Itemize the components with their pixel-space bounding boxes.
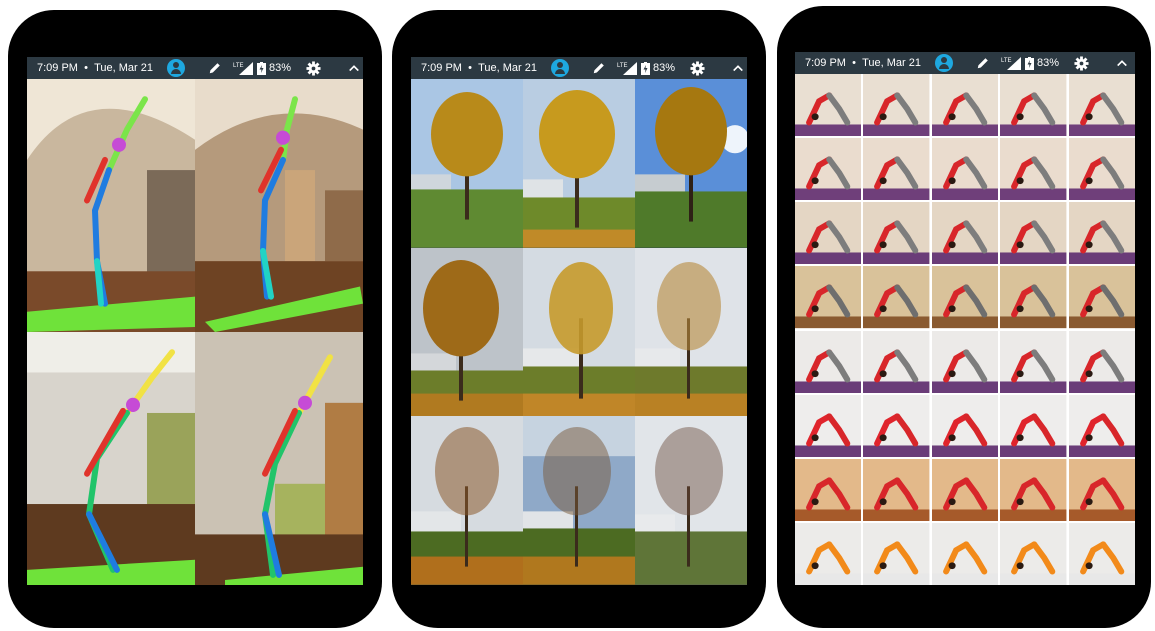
yoga-thumbnail[interactable] xyxy=(863,138,930,201)
yoga-thumbnail[interactable] xyxy=(863,330,930,393)
phone-screen: 7:09 PM • Tue, Mar 21 LTE 83% xyxy=(411,57,747,585)
yoga-thumbnail[interactable] xyxy=(1000,394,1067,457)
tree-photo-1[interactable] xyxy=(411,79,523,248)
yoga-thumbnail[interactable] xyxy=(1068,202,1135,265)
tree-photo-3[interactable] xyxy=(635,79,747,248)
phone-screen: 7:09 PM • Tue, Mar 21 LTE 83% xyxy=(27,57,363,585)
status-bar: 7:09 PM • Tue, Mar 21 LTE 83% xyxy=(411,57,747,79)
yoga-thumbnail[interactable] xyxy=(1000,202,1067,265)
status-separator: • xyxy=(468,62,472,74)
lte-signal-icon: LTE xyxy=(1001,56,1021,70)
pencil-icon[interactable] xyxy=(591,60,607,76)
status-date: Tue, Mar 21 xyxy=(478,62,537,74)
yoga-thumbnail[interactable] xyxy=(1068,74,1135,137)
yoga-thumbnail[interactable] xyxy=(795,522,862,585)
photo-grid xyxy=(411,79,747,585)
yoga-thumbnail[interactable] xyxy=(1000,330,1067,393)
yoga-thumbnail[interactable] xyxy=(795,74,862,137)
status-time: 7:09 PM xyxy=(37,62,78,74)
photo-grid xyxy=(27,79,363,585)
yoga-thumbnail[interactable] xyxy=(863,458,930,521)
battery-icon xyxy=(1024,56,1034,70)
tree-photo-5[interactable] xyxy=(523,247,635,417)
chevron-up-icon[interactable] xyxy=(347,61,361,75)
status-bar: 7:09 PM • Tue, Mar 21 LTE 83% xyxy=(27,57,363,79)
pose-photo-4[interactable] xyxy=(195,332,363,585)
yoga-thumbnail[interactable] xyxy=(1068,138,1135,201)
yoga-thumbnail[interactable] xyxy=(863,266,930,329)
phone-yoga-gallery: 7:09 PM • Tue, Mar 21 LTE 83% xyxy=(777,6,1151,628)
pose-photo-1[interactable] xyxy=(27,79,195,332)
svg-text:LTE: LTE xyxy=(1001,58,1012,64)
photo-grid xyxy=(795,74,1135,585)
status-bar: 7:09 PM • Tue, Mar 21 LTE 83% xyxy=(795,52,1135,74)
yoga-thumbnail[interactable] xyxy=(1068,394,1135,457)
status-date: Tue, Mar 21 xyxy=(94,62,153,74)
yoga-thumbnail[interactable] xyxy=(931,458,999,521)
yoga-thumbnail[interactable] xyxy=(1068,522,1135,585)
status-time: 7:09 PM xyxy=(421,62,462,74)
status-separator: • xyxy=(84,62,88,74)
tree-photo-7[interactable] xyxy=(411,416,523,585)
battery-percent: 83% xyxy=(1036,57,1060,69)
tree-photo-4[interactable] xyxy=(411,247,523,417)
tree-photo-8[interactable] xyxy=(523,416,635,585)
battery-percent: 83% xyxy=(652,62,676,74)
yoga-thumbnail[interactable] xyxy=(795,458,862,521)
pencil-icon[interactable] xyxy=(207,60,223,76)
lte-signal-icon: LTE xyxy=(233,61,253,75)
chevron-up-icon[interactable] xyxy=(1115,56,1129,70)
chevron-up-icon[interactable] xyxy=(731,61,745,75)
phone-pose-gallery: 7:09 PM • Tue, Mar 21 LTE 83% xyxy=(8,10,382,628)
yoga-thumbnail[interactable] xyxy=(931,266,999,329)
pose-photo-3[interactable] xyxy=(27,332,195,585)
battery-icon xyxy=(256,61,266,75)
yoga-thumbnail[interactable] xyxy=(795,266,862,329)
status-time: 7:09 PM xyxy=(805,57,846,69)
account-circle-icon[interactable] xyxy=(550,59,569,77)
yoga-thumbnail[interactable] xyxy=(1068,266,1135,329)
yoga-thumbnail[interactable] xyxy=(931,138,999,201)
tree-photo-6[interactable] xyxy=(635,247,747,417)
yoga-thumbnail[interactable] xyxy=(1000,138,1067,201)
yoga-thumbnail[interactable] xyxy=(863,202,930,265)
gear-icon[interactable] xyxy=(689,60,705,76)
status-separator: • xyxy=(852,57,856,69)
svg-text:LTE: LTE xyxy=(617,63,628,69)
pose-photo-2[interactable] xyxy=(195,79,363,332)
yoga-thumbnail[interactable] xyxy=(1000,522,1067,585)
lte-signal-icon: LTE xyxy=(617,61,637,75)
battery-icon xyxy=(640,61,650,75)
yoga-thumbnail[interactable] xyxy=(795,138,862,201)
yoga-thumbnail[interactable] xyxy=(931,330,999,393)
phone-screen: 7:09 PM • Tue, Mar 21 LTE 83% xyxy=(795,52,1135,585)
yoga-thumbnail[interactable] xyxy=(931,74,999,137)
yoga-thumbnail[interactable] xyxy=(931,522,999,585)
gear-icon[interactable] xyxy=(1073,55,1089,71)
tree-photo-2[interactable] xyxy=(523,79,635,248)
yoga-thumbnail[interactable] xyxy=(795,394,862,457)
yoga-thumbnail[interactable] xyxy=(1000,458,1067,521)
status-date: Tue, Mar 21 xyxy=(862,57,921,69)
yoga-thumbnail[interactable] xyxy=(1000,266,1067,329)
yoga-thumbnail[interactable] xyxy=(795,330,862,393)
tree-photo-9[interactable] xyxy=(635,416,747,585)
yoga-thumbnail[interactable] xyxy=(1068,330,1135,393)
yoga-thumbnail[interactable] xyxy=(1068,458,1135,521)
yoga-thumbnail[interactable] xyxy=(931,202,999,265)
svg-text:LTE: LTE xyxy=(233,63,244,69)
account-circle-icon[interactable] xyxy=(166,59,185,77)
yoga-thumbnail[interactable] xyxy=(795,202,862,265)
battery-percent: 83% xyxy=(268,62,292,74)
yoga-thumbnail[interactable] xyxy=(1000,74,1067,137)
pencil-icon[interactable] xyxy=(975,55,991,71)
yoga-thumbnail[interactable] xyxy=(863,74,930,137)
gear-icon[interactable] xyxy=(305,60,321,76)
yoga-thumbnail[interactable] xyxy=(863,522,930,585)
account-circle-icon[interactable] xyxy=(934,54,953,72)
yoga-thumbnail[interactable] xyxy=(931,394,999,457)
yoga-thumbnail[interactable] xyxy=(863,394,930,457)
phone-tree-gallery: 7:09 PM • Tue, Mar 21 LTE 83% xyxy=(392,10,766,628)
